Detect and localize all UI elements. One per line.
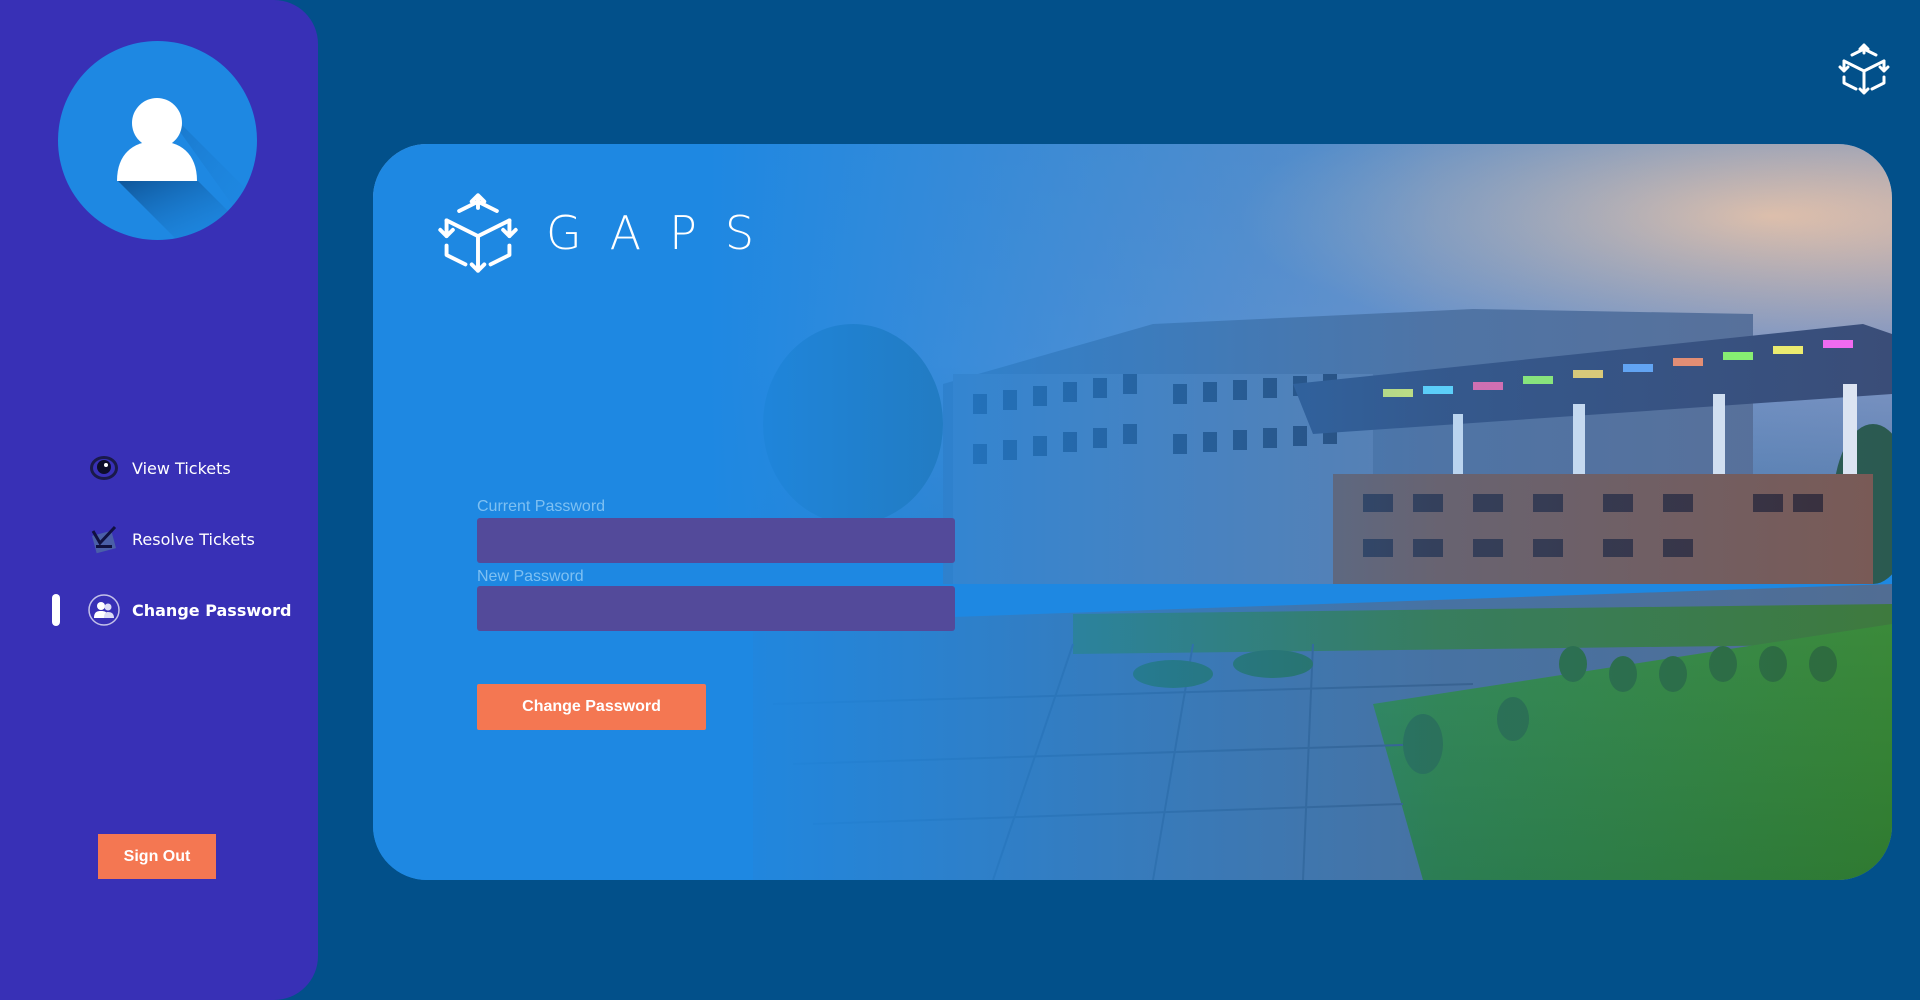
users-icon (88, 594, 120, 626)
sign-out-button[interactable]: Sign Out (98, 834, 216, 879)
sidebar-item-change-password[interactable]: Change Password (88, 594, 291, 626)
brand: GAPS (436, 189, 782, 277)
active-nav-indicator (52, 594, 60, 626)
sidebar-item-label: Resolve Tickets (132, 529, 255, 549)
sidebar-item-view-tickets[interactable]: View Tickets (88, 452, 231, 484)
sidebar-item-label: View Tickets (132, 458, 231, 478)
brand-name: GAPS (546, 206, 783, 260)
sidebar: View Tickets Resolve Tickets Change Pass… (0, 0, 318, 1000)
change-password-card: GAPS Current Password New Password Chang… (373, 144, 1892, 880)
cube-logo-icon (1838, 43, 1890, 95)
sidebar-item-label: Change Password (132, 600, 292, 620)
eye-icon (90, 456, 118, 480)
change-password-button[interactable]: Change Password (477, 684, 706, 730)
new-password-label: New Password (477, 568, 584, 585)
current-password-label: Current Password (477, 498, 606, 515)
user-icon (117, 98, 257, 240)
cube-logo-icon (438, 193, 518, 273)
new-password-input[interactable] (477, 586, 955, 631)
sidebar-item-resolve-tickets[interactable]: Resolve Tickets (88, 523, 255, 555)
avatar (58, 41, 257, 240)
notepad-icon (91, 525, 117, 554)
current-password-input[interactable] (477, 518, 955, 563)
